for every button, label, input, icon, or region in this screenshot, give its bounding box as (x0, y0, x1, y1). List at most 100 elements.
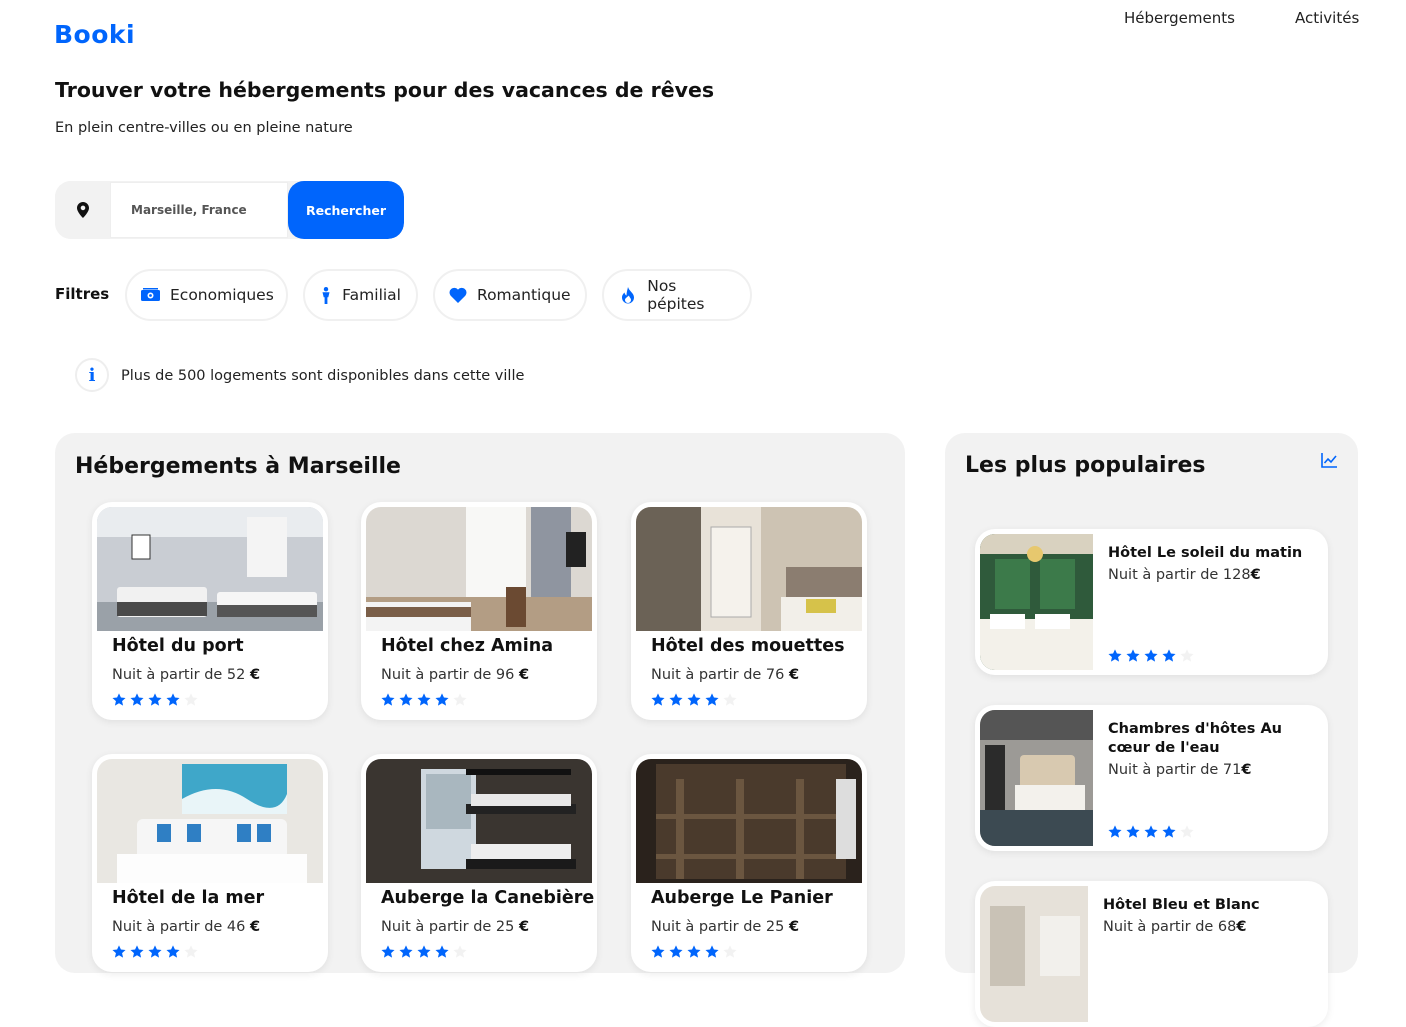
hotel-photo (366, 759, 592, 883)
star-empty-icon (184, 693, 198, 706)
hotel-price: Nuit à partir de 25 € (381, 919, 530, 935)
star-filled-icon (112, 945, 126, 958)
hotel-price: Nuit à partir de 71€ (1108, 762, 1252, 778)
popular-title: Les plus populaires (965, 453, 1206, 478)
star-filled-icon (669, 945, 683, 958)
rating-stars (1107, 648, 1195, 664)
filters-label: Filtres (55, 285, 110, 303)
search-input[interactable]: Marseille, France (110, 182, 288, 238)
star-filled-icon (1162, 649, 1176, 662)
filter-nos-pepites[interactable]: Nos pépites (602, 269, 752, 321)
star-filled-icon (687, 693, 701, 706)
rating-stars (650, 692, 738, 708)
star-filled-icon (399, 693, 413, 706)
hotel-name: Auberge Le Panier (651, 888, 833, 908)
info-text: Plus de 500 logements sont disponibles d… (121, 368, 525, 384)
search-button[interactable]: Rechercher (288, 181, 404, 239)
listings-title: Hébergements à Marseille (75, 454, 401, 479)
star-filled-icon (148, 693, 162, 706)
hotel-photo (980, 710, 1093, 846)
star-filled-icon (705, 945, 719, 958)
page-title: Trouver votre hébergements pour des vaca… (55, 78, 715, 102)
star-empty-icon (1180, 649, 1194, 662)
popular-card[interactable]: Chambres d'hôtes Au cœur de l'eau Nuit à… (975, 705, 1328, 851)
location-pin-icon (55, 181, 110, 239)
hotel-name: Hôtel Bleu et Blanc (1103, 897, 1260, 913)
popular-card[interactable]: Hôtel Bleu et Blanc Nuit à partir de 68€ (975, 881, 1328, 1027)
fire-icon (618, 285, 637, 305)
nav-link-hebergements[interactable]: Hébergements (1124, 9, 1235, 27)
star-filled-icon (130, 693, 144, 706)
star-filled-icon (417, 693, 431, 706)
filter-label: Familial (342, 286, 401, 304)
popular-card[interactable]: Hôtel Le soleil du matin Nuit à partir d… (975, 529, 1328, 675)
star-filled-icon (1126, 825, 1140, 838)
hotel-price: Nuit à partir de 76 € (651, 667, 800, 683)
hotel-photo (97, 759, 323, 883)
hotel-photo (980, 886, 1088, 1022)
star-empty-icon (453, 693, 467, 706)
hotel-card[interactable]: Hôtel chez Amina Nuit à partir de 96 € (361, 502, 597, 720)
hotel-card[interactable]: Auberge Le Panier Nuit à partir de 25 € (631, 754, 867, 972)
star-filled-icon (112, 693, 126, 706)
star-filled-icon (435, 693, 449, 706)
hotel-price: Nuit à partir de 25 € (651, 919, 800, 935)
star-filled-icon (166, 693, 180, 706)
hotel-card[interactable]: Auberge la Canebière Nuit à partir de 25… (361, 754, 597, 972)
hotel-price: Nuit à partir de 46 € (112, 919, 261, 935)
star-filled-icon (1162, 825, 1176, 838)
star-empty-icon (723, 945, 737, 958)
rating-stars (1107, 824, 1195, 840)
star-filled-icon (130, 945, 144, 958)
hotel-name: Hôtel des mouettes (651, 636, 845, 656)
star-filled-icon (687, 945, 701, 958)
star-filled-icon (1144, 825, 1158, 838)
filter-label: Economiques (170, 286, 274, 304)
booki-logo[interactable]: Booki (54, 20, 135, 49)
hotel-price: Nuit à partir de 68€ (1103, 919, 1247, 935)
rating-stars (380, 944, 468, 960)
star-filled-icon (651, 945, 665, 958)
star-filled-icon (435, 945, 449, 958)
money-icon (141, 285, 160, 305)
rating-stars (111, 692, 199, 708)
star-empty-icon (453, 945, 467, 958)
filter-label: Romantique (477, 286, 571, 304)
trend-chart-icon (1321, 452, 1338, 472)
star-filled-icon (1126, 649, 1140, 662)
star-empty-icon (1180, 825, 1194, 838)
star-filled-icon (651, 693, 665, 706)
rating-stars (650, 944, 738, 960)
hotel-price: Nuit à partir de 96 € (381, 667, 530, 683)
search-bar: Marseille, France Rechercher (55, 181, 404, 239)
star-filled-icon (669, 693, 683, 706)
filter-label: Nos pépites (647, 277, 705, 313)
hotel-name: Hôtel du port (112, 636, 244, 656)
star-empty-icon (184, 945, 198, 958)
hotel-card[interactable]: Hôtel de la mer Nuit à partir de 46 € (92, 754, 328, 972)
star-filled-icon (148, 945, 162, 958)
star-filled-icon (381, 945, 395, 958)
star-filled-icon (1144, 649, 1158, 662)
hotel-name: Chambres d'hôtes Au cœur de l'eau (1108, 721, 1282, 756)
hotel-name: Hôtel Le soleil du matin (1108, 545, 1303, 561)
filter-economiques[interactable]: Economiques (125, 269, 288, 321)
heart-icon (449, 285, 467, 305)
star-filled-icon (705, 693, 719, 706)
hotel-card[interactable]: Hôtel du port Nuit à partir de 52 € (92, 502, 328, 720)
star-filled-icon (1108, 825, 1122, 838)
star-empty-icon (723, 693, 737, 706)
star-filled-icon (417, 945, 431, 958)
star-filled-icon (166, 945, 180, 958)
filter-romantique[interactable]: Romantique (433, 269, 587, 321)
star-filled-icon (399, 945, 413, 958)
filter-familial[interactable]: Familial (303, 269, 418, 321)
star-filled-icon (381, 693, 395, 706)
star-filled-icon (1108, 649, 1122, 662)
hotel-name: Hôtel chez Amina (381, 636, 554, 656)
rating-stars (111, 944, 199, 960)
hotel-photo (636, 507, 862, 631)
hotel-card[interactable]: Hôtel des mouettes Nuit à partir de 76 € (631, 502, 867, 720)
hotel-name: Hôtel de la mer (112, 888, 265, 908)
nav-link-activites[interactable]: Activités (1295, 9, 1359, 27)
